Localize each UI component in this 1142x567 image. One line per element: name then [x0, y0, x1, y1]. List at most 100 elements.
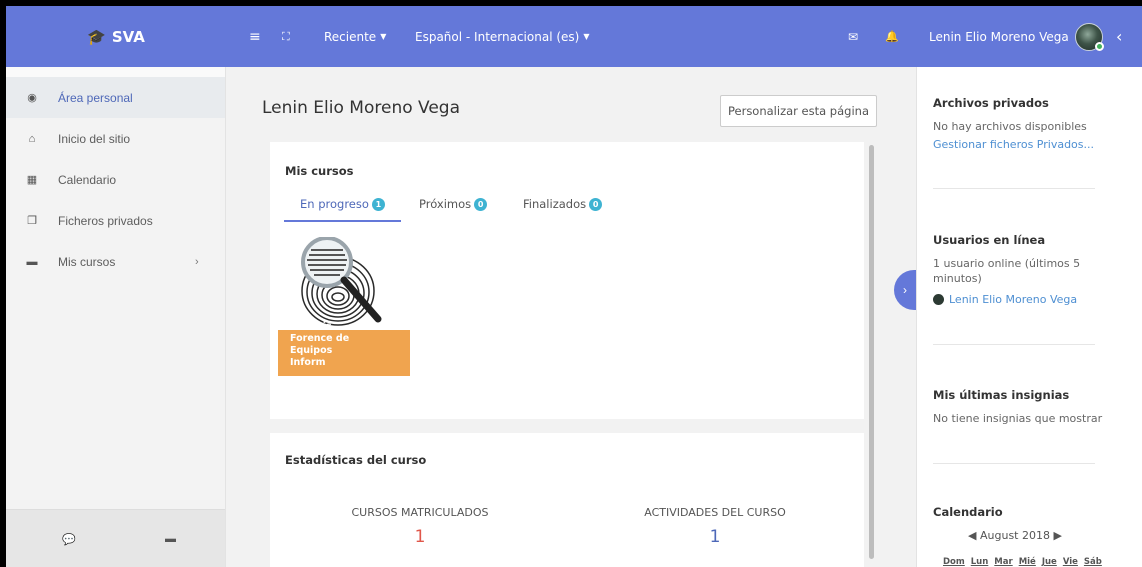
sidebar-item-calendario[interactable]: ▦ Calendario	[6, 159, 225, 200]
block-divider	[933, 344, 1095, 345]
chevron-right-icon: ›	[195, 255, 199, 268]
weekday-label: Jue	[1041, 557, 1057, 567]
envelope-icon: ✉	[848, 29, 859, 44]
course-activities-value: 1	[709, 527, 721, 547]
sidebar-item-label: Mis cursos	[58, 254, 116, 269]
tab-label: Próximos	[419, 197, 472, 211]
files-icon: ❐	[27, 215, 37, 227]
nav-drawer-top-strip	[6, 67, 225, 77]
online-user-name: Lenin Elio Moreno Vega	[949, 293, 1078, 306]
enrolled-courses-label: CURSOS MATRICULADOS	[351, 506, 489, 519]
latest-badges-empty-text: No tiene insignias que mostrar	[933, 412, 1103, 425]
caret-down-icon: ▼	[583, 32, 590, 41]
previous-month-arrow[interactable]: ◀	[968, 529, 976, 542]
archive-icon: ▬	[26, 255, 38, 268]
course-stats-block: Estadísticas del curso CURSOS MATRICULAD…	[270, 433, 864, 567]
notifications-button[interactable]: 🔔	[885, 6, 899, 67]
language-menu-label: Español - Internacional (es)	[415, 29, 580, 44]
weekday-label: Mar	[994, 557, 1013, 567]
site-brand-label: SVA	[111, 27, 145, 46]
sidebar-item-label: Inicio del sitio	[58, 131, 131, 146]
graduation-cap-icon: 🎓	[87, 27, 106, 46]
messages-button[interactable]: ✉	[848, 6, 858, 67]
next-month-arrow[interactable]: ▶	[1054, 529, 1062, 542]
calendar-weekday-header: Dom Lun Mar Mié Jue Vie Sáb	[943, 557, 1102, 567]
calendar-icon: ▦	[26, 174, 38, 186]
hamburger-icon: ≡	[249, 28, 261, 45]
tab-proximos[interactable]: Próximos 0	[419, 197, 488, 221]
tab-label: En progreso	[300, 197, 369, 211]
tab-label: Finalizados	[523, 197, 587, 211]
course-card[interactable]: Analisis Forence de Equipos Inform	[278, 237, 410, 376]
weekday-label: Dom	[943, 557, 965, 567]
nav-drawer-toggle[interactable]: ≡	[249, 6, 261, 67]
sidebar-item-ficheros-privados[interactable]: ❐ Ficheros privados	[6, 200, 225, 241]
calendar-month-nav: ◀ August 2018 ▶	[933, 529, 1097, 542]
manage-private-files-link[interactable]: Gestionar ficheros Privados...	[933, 138, 1094, 151]
online-users-summary: 1 usuario online (últimos 5 minutos)	[933, 257, 1081, 285]
comments-icon[interactable]: 💬	[62, 533, 76, 546]
bell-icon: 🔔	[885, 30, 899, 43]
nav-drawer: ◉ Área personal ⌂ Inicio del sitio ▦ Cal…	[6, 67, 226, 567]
course-stats-title: Estadísticas del curso	[285, 453, 427, 467]
recent-menu-label: Reciente	[324, 29, 377, 44]
user-menu-name: Lenin Elio Moreno Vega	[929, 29, 1069, 44]
block-divider	[933, 188, 1095, 189]
fingerprint-magnifier-icon	[301, 237, 382, 326]
chevron-right-icon: ›	[903, 283, 907, 297]
user-avatar	[933, 294, 944, 305]
count-badge: 1	[371, 198, 385, 211]
private-files-title: Archivos privados	[933, 96, 1049, 110]
sidebar-item-label: Ficheros privados	[58, 213, 153, 228]
latest-badges-title: Mis últimas insignias	[933, 388, 1070, 402]
home-icon: ⌂	[28, 132, 36, 145]
sidebar-item-area-personal[interactable]: ◉ Área personal	[6, 77, 225, 118]
chevron-left-icon: ‹	[1116, 27, 1123, 46]
enrolled-courses-value: 1	[414, 527, 426, 547]
online-users-title: Usuarios en línea	[933, 233, 1046, 247]
blocks-column: Archivos privados No hay archivos dispon…	[916, 67, 1142, 567]
main-content: Lenin Elio Moreno Vega Personalizar esta…	[227, 67, 915, 567]
caret-down-icon: ▼	[380, 32, 387, 41]
nav-drawer-footer: 💬 ▬	[6, 509, 225, 567]
user-menu[interactable]: Lenin Elio Moreno Vega	[929, 6, 1104, 67]
tab-en-progreso[interactable]: En progreso 1	[300, 197, 385, 221]
main-scrollbar[interactable]	[869, 145, 874, 559]
course-image	[278, 237, 410, 330]
online-status-dot	[1094, 41, 1104, 51]
top-navbar: 🎓 SVA ≡ ⛶ Reciente ▼ Español - Internaci…	[6, 6, 1142, 67]
moodle-dashboard: 🎓 SVA ≡ ⛶ Reciente ▼ Español - Internaci…	[6, 6, 1142, 567]
block-divider	[933, 463, 1095, 464]
my-courses-title: Mis cursos	[285, 164, 354, 178]
page-title: Lenin Elio Moreno Vega	[262, 98, 460, 118]
count-badge: 0	[474, 198, 488, 211]
my-courses-block: Mis cursos En progreso 1 Próximos 0 Fina…	[270, 142, 864, 419]
site-brand-link[interactable]: 🎓 SVA	[6, 6, 226, 67]
online-user-link[interactable]: Lenin Elio Moreno Vega	[933, 293, 1077, 306]
expand-icon: ⛶	[282, 29, 290, 43]
weekday-label: Vie	[1062, 557, 1078, 567]
tab-finalizados[interactable]: Finalizados 0	[523, 197, 603, 221]
fullscreen-toggle[interactable]: ⛶	[282, 6, 290, 67]
count-badge: 0	[589, 198, 603, 211]
sidebar-item-label: Calendario	[58, 172, 117, 187]
archive-icon[interactable]: ▬	[165, 533, 176, 545]
private-files-empty-text: No hay archivos disponibles	[933, 120, 1087, 133]
language-menu[interactable]: Español - Internacional (es) ▼	[415, 6, 590, 67]
course-name-band: Analisis Forence de Equipos Inform	[278, 321, 410, 376]
sidebar-item-inicio-del-sitio[interactable]: ⌂ Inicio del sitio	[6, 118, 225, 159]
weekday-label: Lun	[970, 557, 989, 567]
weekday-label: Mié	[1018, 557, 1036, 567]
calendar-month-label: August 2018	[980, 529, 1050, 542]
course-name: Analisis Forence de Equipos Inform	[290, 321, 350, 368]
drawer-collapse-button[interactable]: ‹	[1116, 6, 1122, 67]
active-tab-indicator	[284, 220, 401, 222]
user-avatar	[1074, 22, 1104, 51]
customize-page-button[interactable]: Personalizar esta página	[720, 95, 877, 127]
sidebar-item-label: Área personal	[58, 90, 133, 105]
calendar-title: Calendario	[933, 505, 1003, 519]
recent-menu[interactable]: Reciente ▼	[324, 6, 386, 67]
course-activities-label: ACTIVIDADES DEL CURSO	[644, 506, 786, 519]
weekday-label: Sáb	[1083, 557, 1102, 567]
sidebar-item-mis-cursos[interactable]: ▬ Mis cursos ›	[6, 241, 225, 282]
